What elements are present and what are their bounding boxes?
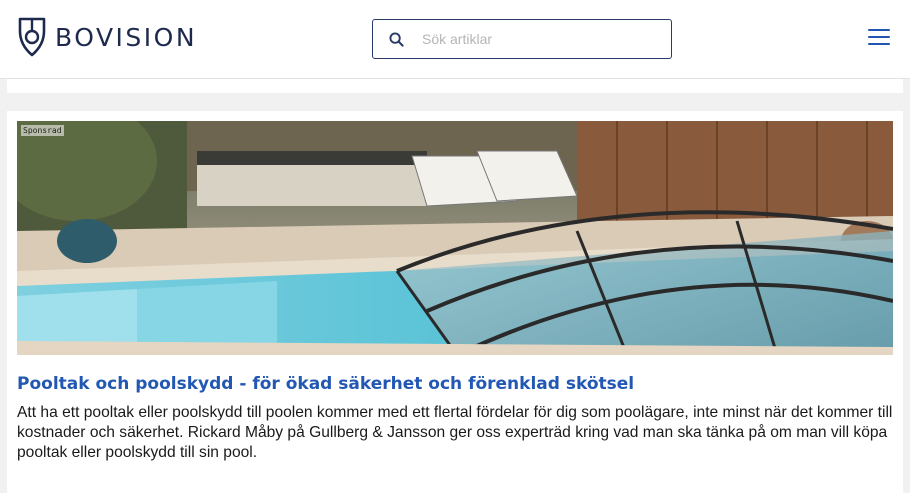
site-header: BOVISION (0, 0, 910, 79)
pool-photo (17, 121, 893, 355)
bovision-logo[interactable]: BOVISION (17, 17, 197, 57)
article-title-link[interactable]: Pooltak och poolskydd - för ökad säkerhe… (17, 373, 887, 395)
search-input[interactable] (413, 21, 663, 57)
article-card[interactable]: Sponsrad Pooltak och poolskydd - för öka… (7, 111, 903, 493)
previous-article-card (7, 79, 903, 93)
article-description: Att ha ett pooltak eller poolskydd till … (17, 404, 893, 461)
article-hero-image[interactable]: Sponsrad (17, 121, 893, 355)
sponsored-label: Sponsrad (21, 125, 64, 136)
bovision-shield-icon (18, 17, 46, 57)
search-icon[interactable] (389, 32, 404, 47)
hamburger-menu-icon[interactable] (866, 26, 892, 48)
logo-wordmark: BOVISION (55, 22, 198, 52)
search-box[interactable] (372, 19, 672, 59)
